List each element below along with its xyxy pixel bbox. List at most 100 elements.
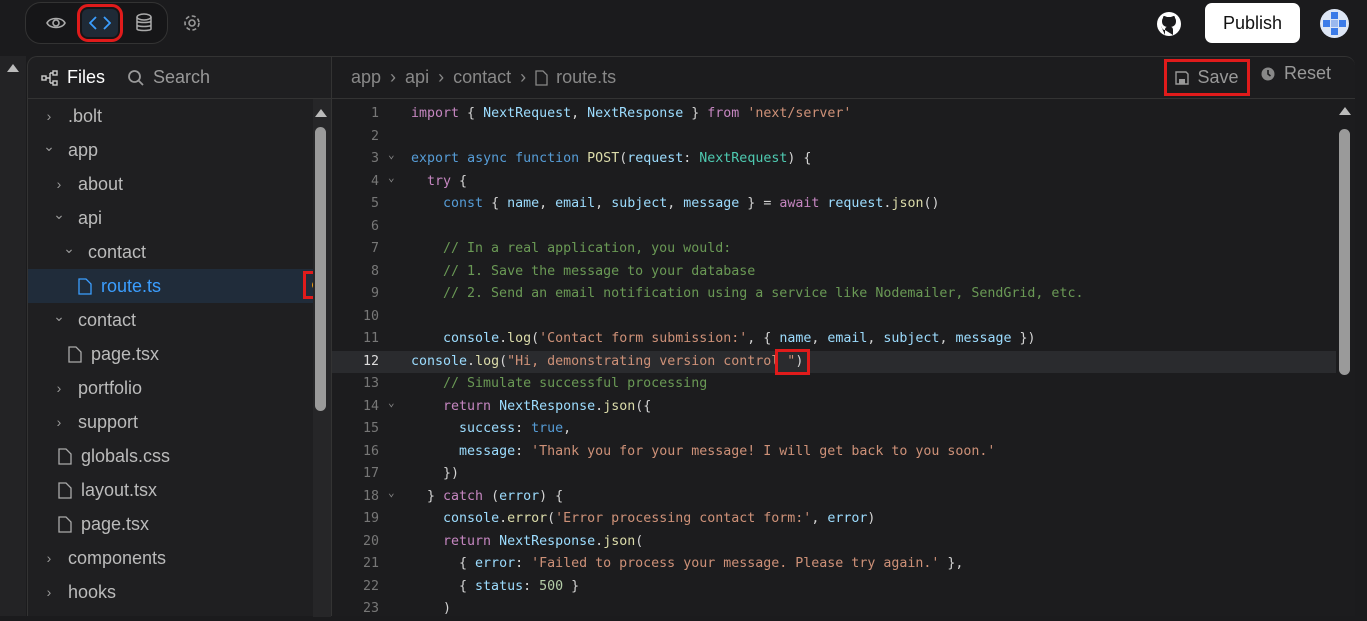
tab-search[interactable]: Search [127, 67, 210, 88]
file-item[interactable]: page.tsx [28, 337, 314, 371]
code-line[interactable]: 18 ⌄ } catch (error) { [332, 486, 1336, 509]
preview-view-button[interactable] [38, 9, 74, 37]
settings-button[interactable] [181, 12, 203, 39]
code-view-button[interactable] [77, 4, 123, 42]
line-number: 8 [370, 263, 379, 279]
fold-chevron-icon[interactable]: ⌄ [388, 392, 395, 415]
code-line[interactable]: 2 [332, 126, 1336, 149]
code-token: : [683, 151, 700, 166]
code-token: subject [883, 331, 940, 346]
code-line[interactable]: 9 // 2. Send an email notification using… [332, 283, 1336, 306]
code-token: subject [611, 196, 668, 211]
code-line[interactable]: 20 return NextResponse.json( [332, 531, 1336, 554]
code-token: . [499, 331, 508, 346]
file-name: api [78, 207, 103, 228]
database-view-button[interactable] [126, 9, 162, 37]
reset-button[interactable]: Reset [1260, 63, 1331, 84]
line-number: 9 [370, 286, 379, 301]
scrollbar-thumb[interactable] [1339, 129, 1350, 375]
github-button[interactable] [1156, 11, 1182, 42]
code-line[interactable]: 11 console.log('Contact form submission:… [332, 328, 1336, 351]
scrollbar-thumb[interactable] [315, 127, 326, 411]
folder-item[interactable]: ⌄ api [28, 201, 314, 235]
code-token: 'Thank you for your message! I will get … [531, 443, 996, 459]
code-line[interactable]: 3 ⌄ export async function POST(request: Ne… [332, 148, 1336, 171]
code-token: message [459, 443, 516, 459]
breadcrumb-item[interactable]: api [405, 67, 429, 88]
folder-item[interactable]: › support [28, 405, 314, 439]
code-line[interactable]: 10 [332, 306, 1336, 329]
line-number: 2 [370, 128, 379, 144]
code-token: // In a real application, you would: [411, 241, 732, 256]
user-avatar[interactable] [1320, 9, 1349, 38]
file-name: about [78, 173, 124, 194]
file-name: support [78, 411, 139, 432]
code-line[interactable]: 6 [332, 216, 1336, 239]
scroll-up-arrow[interactable] [7, 64, 19, 72]
fold-chevron-icon[interactable]: ⌄ [388, 144, 395, 167]
tab-files[interactable]: Files [41, 67, 105, 88]
folder-item[interactable]: ⌄ app [28, 133, 314, 167]
breadcrumb-item[interactable]: app [351, 67, 381, 88]
folder-item[interactable]: › .bolt [28, 99, 314, 133]
line-number: 7 [370, 241, 379, 256]
scroll-up-arrow[interactable] [1339, 107, 1351, 115]
code-token: json [603, 533, 636, 549]
code-token: : [515, 556, 532, 571]
code-line[interactable]: 5 const { name, email, subject, message … [332, 193, 1336, 216]
page-scrollbar[interactable] [0, 56, 26, 616]
code-line[interactable]: 22 { status: 500 } [332, 576, 1336, 599]
folder-item[interactable]: ⌄ contact [28, 303, 314, 337]
fold-chevron-icon[interactable]: ⌄ [388, 167, 395, 190]
code-token: , [811, 511, 828, 526]
code-line[interactable]: 1 import { NextRequest, NextResponse } fr… [332, 103, 1336, 126]
code-line[interactable]: 14 ⌄ return NextResponse.json({ [332, 396, 1336, 419]
file-item[interactable]: page.tsx [28, 507, 314, 541]
folder-item[interactable]: ⌄ contact [28, 235, 314, 269]
code-line[interactable]: 19 console.error('Error processing conta… [332, 508, 1336, 531]
publish-button[interactable]: Publish [1205, 3, 1300, 43]
folder-item[interactable]: › about [28, 167, 314, 201]
code-line[interactable]: 7 // In a real application, you would: [332, 238, 1336, 261]
code-token: ( [547, 511, 556, 526]
code-line[interactable]: 21 { error: 'Failed to process your mess… [332, 553, 1336, 576]
code-line[interactable]: 4 ⌄ try { [332, 171, 1336, 194]
code-line[interactable]: 8 // 1. Save the message to your databas… [332, 261, 1336, 284]
code-line[interactable]: 23 ) [332, 598, 1336, 621]
code-line[interactable]: 16 message: 'Thank you for your message!… [332, 441, 1336, 464]
code-token: } [683, 106, 708, 121]
folder-item[interactable]: › components [28, 541, 314, 575]
code-line[interactable]: 13 // Simulate successful processing [332, 373, 1336, 396]
breadcrumb-item[interactable]: contact [453, 67, 511, 88]
file-item[interactable]: route.ts [28, 269, 330, 303]
chevron-right-icon: › [520, 67, 527, 87]
line-number: 16 [362, 443, 379, 459]
code-token: . [499, 511, 508, 526]
file-name: layout.tsx [81, 479, 158, 500]
code-token: name [779, 331, 812, 346]
code-line[interactable]: 12 console.log("Hi, demonstrating version… [332, 348, 1336, 375]
file-tree-scrollbar[interactable] [313, 99, 331, 617]
save-button[interactable]: Save [1164, 59, 1250, 96]
folder-item[interactable]: › hooks [28, 575, 314, 609]
code-token: log [507, 331, 532, 346]
code-line[interactable]: 15 success: true, [332, 418, 1336, 441]
scroll-up-arrow[interactable] [315, 109, 327, 117]
file-item[interactable]: globals.css [28, 439, 314, 473]
code-token: }, [939, 556, 964, 571]
folder-item[interactable]: › portfolio [28, 371, 314, 405]
breadcrumb-item[interactable]: route.ts [556, 67, 616, 88]
editor-scrollbar[interactable] [1336, 99, 1354, 617]
code-line[interactable]: 17 }) [332, 463, 1336, 486]
code-token: NextResponse [499, 398, 596, 414]
chevron-down-icon: ⌄ [43, 137, 55, 154]
file-item[interactable]: layout.tsx [28, 473, 314, 507]
line-number: 3 [370, 151, 379, 166]
code-area[interactable]: 1 import { NextRequest, NextResponse } fr… [332, 103, 1336, 621]
fold-chevron-icon[interactable]: ⌄ [388, 482, 395, 505]
code-text: { error: 'Failed to process your message… [411, 553, 963, 576]
